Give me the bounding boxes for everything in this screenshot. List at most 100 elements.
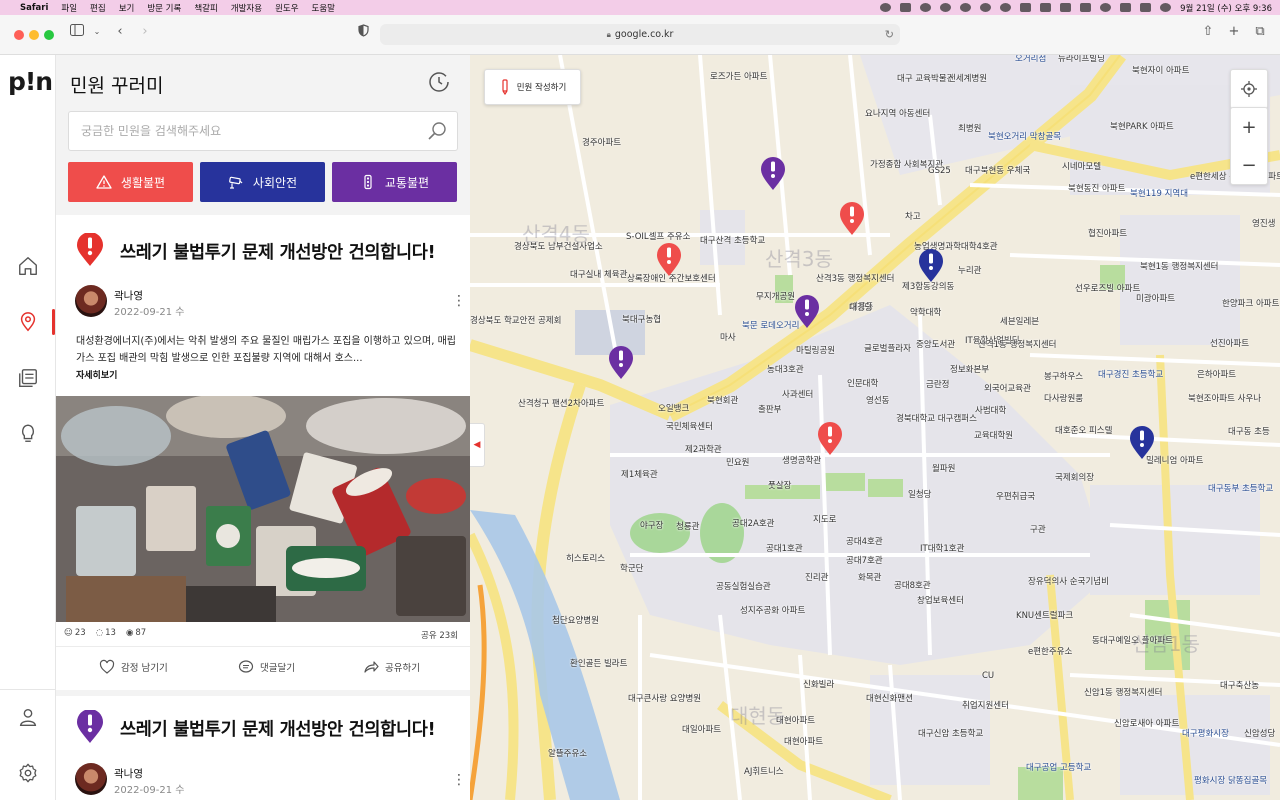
search-spotlight-icon[interactable] bbox=[1120, 3, 1132, 12]
share-icon[interactable]: ⇧ bbox=[1199, 24, 1217, 39]
safety-complaint-pin-icon[interactable] bbox=[918, 249, 944, 283]
time-machine-icon[interactable] bbox=[1100, 3, 1112, 12]
forward-icon[interactable]: › bbox=[136, 24, 154, 39]
menu-edit[interactable]: 편집 bbox=[90, 2, 106, 14]
traffic-complaint-pin-icon[interactable] bbox=[794, 295, 820, 329]
complaint-card[interactable]: 쓰레기 불법투기 문제 개선방안 건의합니다! 곽나영 2022-09-21 수… bbox=[56, 696, 470, 800]
category-label: 사회안전 bbox=[252, 175, 298, 190]
category-public-safety-button[interactable]: 사회안전 bbox=[200, 162, 325, 202]
record-status-icon[interactable] bbox=[1000, 3, 1012, 12]
app-status-icon[interactable] bbox=[920, 3, 932, 12]
read-more-link[interactable]: 자세히보기 bbox=[76, 368, 117, 381]
app-logo[interactable]: p!n bbox=[8, 67, 53, 96]
settings-gear-icon[interactable] bbox=[16, 761, 40, 785]
address-bar[interactable]: 🔒︎ google.co.kr ↻ bbox=[380, 24, 900, 45]
menu-safari[interactable]: Safari bbox=[20, 3, 48, 13]
new-tab-icon[interactable]: + bbox=[1225, 24, 1243, 39]
back-icon[interactable]: ‹ bbox=[111, 24, 129, 39]
map-place-label: 대구공업 고등학교 bbox=[1026, 763, 1092, 773]
privacy-shield-icon[interactable] bbox=[354, 24, 372, 41]
tab-overview-icon[interactable]: ⧉ bbox=[1251, 24, 1269, 39]
siri-icon[interactable] bbox=[1160, 3, 1172, 12]
zoom-out-button[interactable]: − bbox=[1231, 146, 1267, 184]
map-place-label: 대현동 bbox=[730, 704, 786, 728]
post-title[interactable]: 쓰레기 불법투기 문제 개선방안 건의합니다! bbox=[120, 716, 436, 741]
write-complaint-button[interactable]: 민원 작성하기 bbox=[484, 69, 581, 105]
menu-help[interactable]: 도움말 bbox=[312, 2, 335, 14]
category-traffic-inconvenience-button[interactable]: 교통불편 bbox=[332, 162, 457, 202]
menu-history[interactable]: 방문 기록 bbox=[147, 2, 181, 14]
share-arrow-icon bbox=[364, 661, 379, 673]
map-place-label: 산격청구 팬션2차아파트 bbox=[518, 399, 605, 409]
life-complaint-pin-icon[interactable] bbox=[817, 422, 843, 456]
map-place-label: 히스토리스 bbox=[566, 554, 606, 564]
life-complaint-pin-icon[interactable] bbox=[656, 243, 682, 277]
address-url: google.co.kr bbox=[614, 29, 674, 40]
history-icon[interactable] bbox=[427, 70, 451, 94]
posts-list-icon[interactable] bbox=[16, 366, 40, 390]
post-date: 2022-09-21 수 bbox=[114, 307, 185, 318]
author-avatar[interactable] bbox=[75, 285, 107, 317]
map-place-label: 제3합동강의동 bbox=[902, 282, 955, 292]
traffic-complaint-pin-icon[interactable] bbox=[608, 346, 634, 380]
wifi-icon[interactable] bbox=[1080, 3, 1092, 12]
more-options-icon[interactable]: ⋮ bbox=[452, 773, 466, 787]
menu-developer[interactable]: 개발자용 bbox=[231, 2, 262, 14]
battery-icon[interactable] bbox=[1060, 3, 1072, 12]
location-status-icon[interactable] bbox=[880, 3, 892, 12]
author-name[interactable]: 곽나영 bbox=[114, 288, 143, 303]
map-place-label: 산격3동 bbox=[765, 247, 833, 271]
author-name[interactable]: 곽나영 bbox=[114, 766, 143, 781]
complaint-card[interactable]: 쓰레기 불법투기 문제 개선방안 건의합니다! 곽나영 2022-09-21 수… bbox=[56, 215, 470, 690]
post-photo-trash[interactable] bbox=[56, 396, 470, 622]
creative-cloud-icon[interactable] bbox=[940, 3, 952, 12]
close-window-button[interactable] bbox=[14, 30, 24, 40]
input-status-icon[interactable] bbox=[900, 3, 912, 12]
map-place-label: 대현신화맨션 bbox=[866, 694, 913, 704]
sidebar-toggle-icon[interactable] bbox=[68, 24, 86, 40]
post-title[interactable]: 쓰레기 불법투기 문제 개선방안 건의합니다! bbox=[120, 239, 436, 264]
notification-status-icon[interactable] bbox=[960, 3, 972, 12]
my-location-control[interactable] bbox=[1230, 69, 1268, 109]
zoom-in-button[interactable]: + bbox=[1231, 108, 1267, 146]
more-options-icon[interactable]: ⋮ bbox=[452, 294, 466, 308]
reload-icon[interactable]: ↻ bbox=[885, 28, 894, 41]
home-icon[interactable] bbox=[16, 254, 40, 278]
share-label: 공유하기 bbox=[385, 663, 420, 674]
control-center-icon[interactable] bbox=[1140, 3, 1152, 12]
media-status-icon[interactable] bbox=[980, 3, 992, 12]
search-input[interactable] bbox=[69, 112, 409, 150]
traffic-complaint-pin-icon[interactable] bbox=[760, 157, 786, 191]
map-place-label: 일청당 bbox=[908, 490, 932, 500]
menu-view[interactable]: 보기 bbox=[119, 2, 135, 14]
menu-file[interactable]: 파일 bbox=[61, 2, 77, 14]
bluetooth-icon[interactable] bbox=[1020, 3, 1032, 12]
map-place-label: 대구산격 초등학교 bbox=[700, 236, 766, 246]
menubar-clock[interactable]: 9월 21일 (수) 오후 9:36 bbox=[1180, 2, 1272, 14]
user-profile-icon[interactable] bbox=[16, 705, 40, 729]
crosshair-icon[interactable] bbox=[1231, 70, 1267, 108]
lightbulb-icon[interactable] bbox=[16, 421, 40, 445]
map-place-label: 대구경진 초등학교 bbox=[1098, 370, 1164, 380]
share-button[interactable]: 공유하기 bbox=[363, 659, 420, 675]
keyboard-input-icon[interactable] bbox=[1040, 3, 1052, 12]
search-icon[interactable] bbox=[427, 121, 447, 141]
menu-window[interactable]: 윈도우 bbox=[275, 2, 298, 14]
life-complaint-pin-icon[interactable] bbox=[839, 202, 865, 236]
pen-icon bbox=[502, 79, 508, 95]
collapse-panel-button[interactable]: ◀ bbox=[470, 423, 485, 467]
comment-button[interactable]: 댓글달기 bbox=[238, 659, 295, 675]
zoom-window-button[interactable] bbox=[44, 30, 54, 40]
map-place-label: 취업지원센터 bbox=[962, 701, 1009, 711]
map-place-label: 신암로새아 아파트 bbox=[1114, 719, 1180, 729]
map-view[interactable]: 오거리점 뉴라이프빌딩 로즈가든 아파트 대구 교육박물관 신세계병원 북현자이 아파트 요… bbox=[470, 55, 1280, 800]
map-pin-nav-icon[interactable] bbox=[16, 310, 40, 334]
safety-complaint-pin-icon[interactable] bbox=[1129, 426, 1155, 460]
map-place-label: 경주아파트 bbox=[582, 138, 622, 148]
tab-group-chevron-icon[interactable]: ⌄ bbox=[88, 27, 106, 36]
react-button[interactable]: 감정 남기기 bbox=[99, 659, 168, 675]
category-life-inconvenience-button[interactable]: 생활불편 bbox=[68, 162, 193, 202]
menu-bookmarks[interactable]: 책갈피 bbox=[194, 2, 217, 14]
minimize-window-button[interactable] bbox=[29, 30, 39, 40]
author-avatar[interactable] bbox=[75, 763, 107, 795]
